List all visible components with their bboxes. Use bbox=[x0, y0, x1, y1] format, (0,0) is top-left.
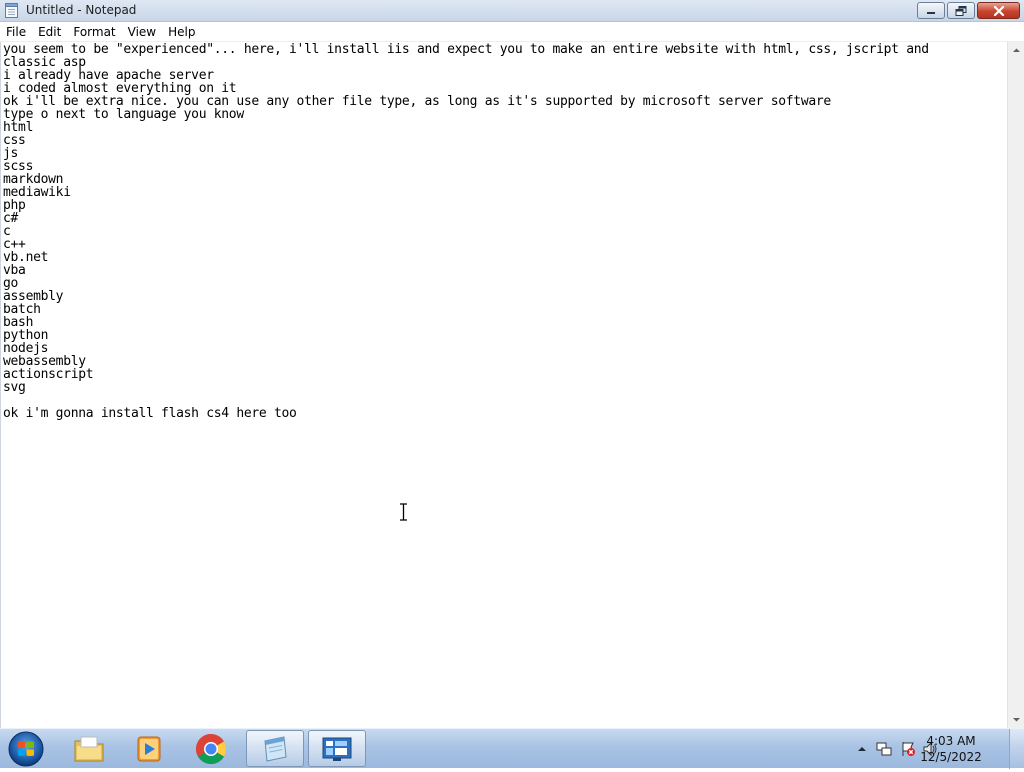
caption-buttons bbox=[915, 2, 1020, 20]
chrome-icon bbox=[195, 733, 227, 764]
windows-start-orb bbox=[8, 731, 44, 767]
editor-line: you seem to be "experienced"... here, i'… bbox=[3, 42, 929, 57]
editor-content[interactable]: you seem to be "experienced"... here, i'… bbox=[1, 42, 1007, 420]
scroll-up-arrow-icon[interactable] bbox=[1008, 42, 1024, 59]
media-player-icon bbox=[137, 736, 161, 761]
close-button[interactable] bbox=[977, 2, 1020, 19]
notepad-icon bbox=[264, 735, 287, 762]
editor-line: c bbox=[3, 224, 11, 239]
network-icon[interactable] bbox=[876, 741, 892, 757]
editor-line: bash bbox=[3, 315, 34, 330]
editor-line: ok i'm gonna install flash cs4 here too bbox=[3, 406, 297, 421]
editor-line: c# bbox=[3, 211, 19, 226]
editor-line: webassembly bbox=[3, 354, 86, 369]
show-hidden-icons-arrow[interactable] bbox=[854, 741, 870, 757]
editor-line: python bbox=[3, 328, 49, 343]
start-button[interactable] bbox=[6, 730, 46, 768]
clock-time: 4:03 AM bbox=[926, 734, 976, 748]
editor-line: mediawiki bbox=[3, 185, 71, 200]
editor-line: vb.net bbox=[3, 250, 49, 265]
taskbar: 4:03 AM 12/5/2022 bbox=[0, 728, 1024, 769]
editor-line: vba bbox=[3, 263, 26, 278]
menu-view[interactable]: View bbox=[122, 22, 162, 42]
text-cursor-icon bbox=[400, 503, 407, 521]
editor-line: html bbox=[3, 120, 34, 135]
notepad-icon bbox=[5, 3, 18, 18]
editor-line: scss bbox=[3, 159, 34, 174]
menu-bar: File Edit Format View Help bbox=[0, 22, 1024, 42]
taskbar-notepad[interactable] bbox=[246, 730, 304, 767]
menu-format[interactable]: Format bbox=[67, 22, 121, 42]
taskbar-file-explorer[interactable] bbox=[60, 730, 118, 767]
control-panel-icon bbox=[322, 737, 352, 761]
editor-line: go bbox=[3, 276, 19, 291]
show-desktop-button[interactable] bbox=[1009, 729, 1024, 769]
editor-line: assembly bbox=[3, 289, 64, 304]
editor-line: actionscript bbox=[3, 367, 94, 382]
clock-date: 12/5/2022 bbox=[920, 750, 982, 764]
minimize-icon bbox=[927, 11, 935, 14]
editor-line: markdown bbox=[3, 172, 64, 187]
restore-button[interactable] bbox=[947, 2, 975, 19]
file-explorer-icon bbox=[74, 736, 104, 761]
editor-line: css bbox=[3, 133, 26, 148]
editor-line: batch bbox=[3, 302, 41, 317]
menu-file[interactable]: File bbox=[0, 22, 32, 42]
editor-line: nodejs bbox=[3, 341, 49, 356]
scroll-down-arrow-icon[interactable] bbox=[1008, 711, 1024, 728]
editor-line: php bbox=[3, 198, 26, 213]
editor-line: svg bbox=[3, 380, 26, 395]
restore-icon bbox=[955, 5, 967, 16]
menu-help[interactable]: Help bbox=[162, 22, 201, 42]
taskbar-media-player[interactable] bbox=[120, 730, 178, 767]
window-title: Untitled - Notepad bbox=[26, 3, 137, 17]
taskbar-chrome[interactable] bbox=[182, 730, 240, 767]
clock[interactable]: 4:03 AM 12/5/2022 bbox=[916, 733, 986, 765]
action-center-icon[interactable] bbox=[900, 741, 916, 757]
editor-line: js bbox=[3, 146, 19, 161]
text-editor[interactable]: you seem to be "experienced"... here, i'… bbox=[0, 42, 1007, 728]
minimize-button[interactable] bbox=[917, 2, 945, 19]
vertical-scrollbar[interactable] bbox=[1007, 42, 1024, 728]
system-tray: 4:03 AM 12/5/2022 bbox=[834, 729, 1024, 769]
editor-line: c++ bbox=[3, 237, 26, 252]
editor-line: type o next to language you know bbox=[3, 107, 244, 122]
menu-edit[interactable]: Edit bbox=[32, 22, 67, 42]
title-bar[interactable]: Untitled - Notepad bbox=[0, 0, 1024, 22]
taskbar-control-panel[interactable] bbox=[308, 730, 366, 767]
close-icon bbox=[993, 5, 1004, 16]
